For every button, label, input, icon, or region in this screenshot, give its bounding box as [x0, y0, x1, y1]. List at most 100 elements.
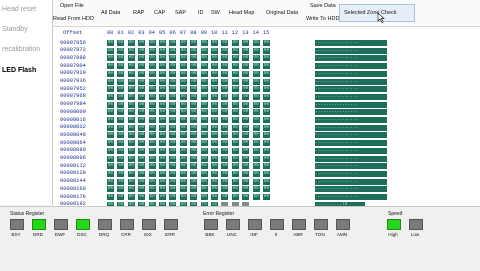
- hex-byte[interactable]: 00: [107, 47, 114, 54]
- hex-byte[interactable]: 00: [242, 140, 250, 147]
- hex-byte[interactable]: 00: [200, 63, 208, 70]
- hex-byte[interactable]: 00: [263, 70, 270, 77]
- hex-byte[interactable]: 00: [138, 140, 146, 147]
- hex-byte[interactable]: 00: [231, 163, 239, 170]
- tab-sap[interactable]: SAP: [175, 10, 186, 16]
- hex-byte[interactable]: 00: [127, 101, 135, 108]
- hex-byte[interactable]: 00: [211, 40, 218, 46]
- hex-byte[interactable]: 00: [179, 186, 187, 193]
- hex-byte[interactable]: 00: [190, 132, 198, 139]
- hex-byte[interactable]: 00: [159, 109, 166, 116]
- hex-byte[interactable]: 00: [242, 178, 250, 185]
- hex-byte[interactable]: 00: [190, 55, 198, 62]
- hex-byte[interactable]: 00: [169, 147, 177, 154]
- hex-byte[interactable]: 00: [190, 47, 198, 54]
- hex-byte[interactable]: 00: [221, 63, 229, 70]
- save-data-button[interactable]: Save Data: [310, 3, 336, 9]
- hex-byte[interactable]: 00: [231, 47, 239, 54]
- hex-byte[interactable]: 00: [127, 55, 135, 62]
- hex-byte[interactable]: 00: [169, 40, 177, 46]
- hex-byte[interactable]: 00: [231, 132, 239, 139]
- hex-byte[interactable]: 00: [263, 78, 270, 85]
- hex-byte[interactable]: 00: [252, 147, 260, 154]
- hex-byte[interactable]: 00: [159, 178, 166, 185]
- tab-all-data[interactable]: All Data: [101, 10, 120, 16]
- hex-byte[interactable]: 00: [221, 132, 229, 139]
- hex-byte[interactable]: 00: [200, 147, 208, 154]
- hex-byte[interactable]: 00: [138, 147, 146, 154]
- hex-byte[interactable]: 00: [127, 86, 135, 93]
- hex-byte[interactable]: 00: [211, 178, 218, 185]
- hex-byte[interactable]: 00: [221, 55, 229, 62]
- hex-byte[interactable]: 00: [242, 86, 250, 93]
- hex-byte[interactable]: 00: [190, 93, 198, 100]
- tab-cap[interactable]: CAP: [154, 10, 165, 16]
- hex-byte[interactable]: 00: [159, 47, 166, 54]
- sidebar-item-head-reset[interactable]: Head reset: [2, 6, 36, 13]
- hex-byte[interactable]: 00: [159, 163, 166, 170]
- hex-byte[interactable]: 00: [117, 40, 125, 46]
- hex-byte[interactable]: 00: [117, 186, 125, 193]
- hex-byte[interactable]: 00: [242, 70, 250, 77]
- hex-byte[interactable]: 00: [148, 155, 156, 162]
- hex-byte[interactable]: 00: [221, 140, 229, 147]
- hex-byte[interactable]: 00: [231, 86, 239, 93]
- hex-byte[interactable]: 00: [138, 101, 146, 108]
- hex-byte[interactable]: 00: [169, 186, 177, 193]
- hex-byte[interactable]: 00: [127, 178, 135, 185]
- hex-byte[interactable]: 00: [127, 163, 135, 170]
- hex-byte[interactable]: 00: [263, 155, 270, 162]
- hex-byte[interactable]: 00: [231, 186, 239, 193]
- hex-byte[interactable]: 00: [211, 86, 218, 93]
- hex-byte[interactable]: 00: [252, 40, 260, 46]
- hex-byte[interactable]: 00: [242, 155, 250, 162]
- hex-byte[interactable]: 00: [117, 86, 125, 93]
- hex-byte[interactable]: 00: [231, 170, 239, 177]
- hex-byte[interactable]: 00: [107, 124, 114, 131]
- hex-byte[interactable]: 00: [263, 93, 270, 100]
- hex-byte[interactable]: 00: [190, 63, 198, 70]
- hex-byte[interactable]: 00: [200, 55, 208, 62]
- hex-byte[interactable]: 00: [221, 40, 229, 46]
- hex-byte[interactable]: 00: [138, 109, 146, 116]
- hex-byte[interactable]: 00: [263, 101, 270, 108]
- hex-byte[interactable]: 00: [138, 170, 146, 177]
- hex-byte[interactable]: 00: [107, 40, 114, 46]
- hex-byte[interactable]: 00: [117, 155, 125, 162]
- hex-byte[interactable]: 00: [107, 86, 114, 93]
- hex-byte[interactable]: 00: [107, 55, 114, 62]
- hex-byte[interactable]: 00: [190, 40, 198, 46]
- hex-byte[interactable]: 00: [242, 93, 250, 100]
- hex-byte[interactable]: 00: [138, 178, 146, 185]
- hex-byte[interactable]: 00: [159, 155, 166, 162]
- hex-byte[interactable]: 00: [221, 170, 229, 177]
- hex-byte[interactable]: 00: [117, 147, 125, 154]
- hex-byte[interactable]: 00: [231, 124, 239, 131]
- hex-byte[interactable]: 00: [231, 147, 239, 154]
- hex-byte[interactable]: 00: [117, 70, 125, 77]
- hex-byte[interactable]: 00: [200, 124, 208, 131]
- hex-byte[interactable]: 00: [263, 147, 270, 154]
- hex-byte[interactable]: 00: [211, 170, 218, 177]
- hex-byte[interactable]: 00: [200, 132, 208, 139]
- hex-byte[interactable]: 00: [211, 194, 218, 200]
- hex-byte[interactable]: 00: [179, 93, 187, 100]
- hex-byte[interactable]: 00: [159, 70, 166, 77]
- hex-byte[interactable]: 00: [252, 86, 260, 93]
- hex-byte[interactable]: 00: [263, 124, 270, 131]
- tab-sw[interactable]: SW: [211, 10, 220, 16]
- hex-byte[interactable]: 00: [221, 124, 229, 131]
- hex-byte[interactable]: 00: [159, 132, 166, 139]
- hex-byte[interactable]: 00: [221, 86, 229, 93]
- hex-byte[interactable]: 00: [159, 63, 166, 70]
- hex-byte[interactable]: 00: [107, 109, 114, 116]
- hex-byte[interactable]: 00: [169, 93, 177, 100]
- hex-byte[interactable]: 00: [169, 140, 177, 147]
- hex-byte[interactable]: 00: [169, 78, 177, 85]
- hex-byte[interactable]: 00: [148, 109, 156, 116]
- hex-byte[interactable]: 00: [211, 47, 218, 54]
- hex-byte[interactable]: 00: [221, 101, 229, 108]
- hex-byte[interactable]: 00: [200, 163, 208, 170]
- hex-byte[interactable]: 00: [127, 40, 135, 46]
- hex-byte[interactable]: 00: [127, 109, 135, 116]
